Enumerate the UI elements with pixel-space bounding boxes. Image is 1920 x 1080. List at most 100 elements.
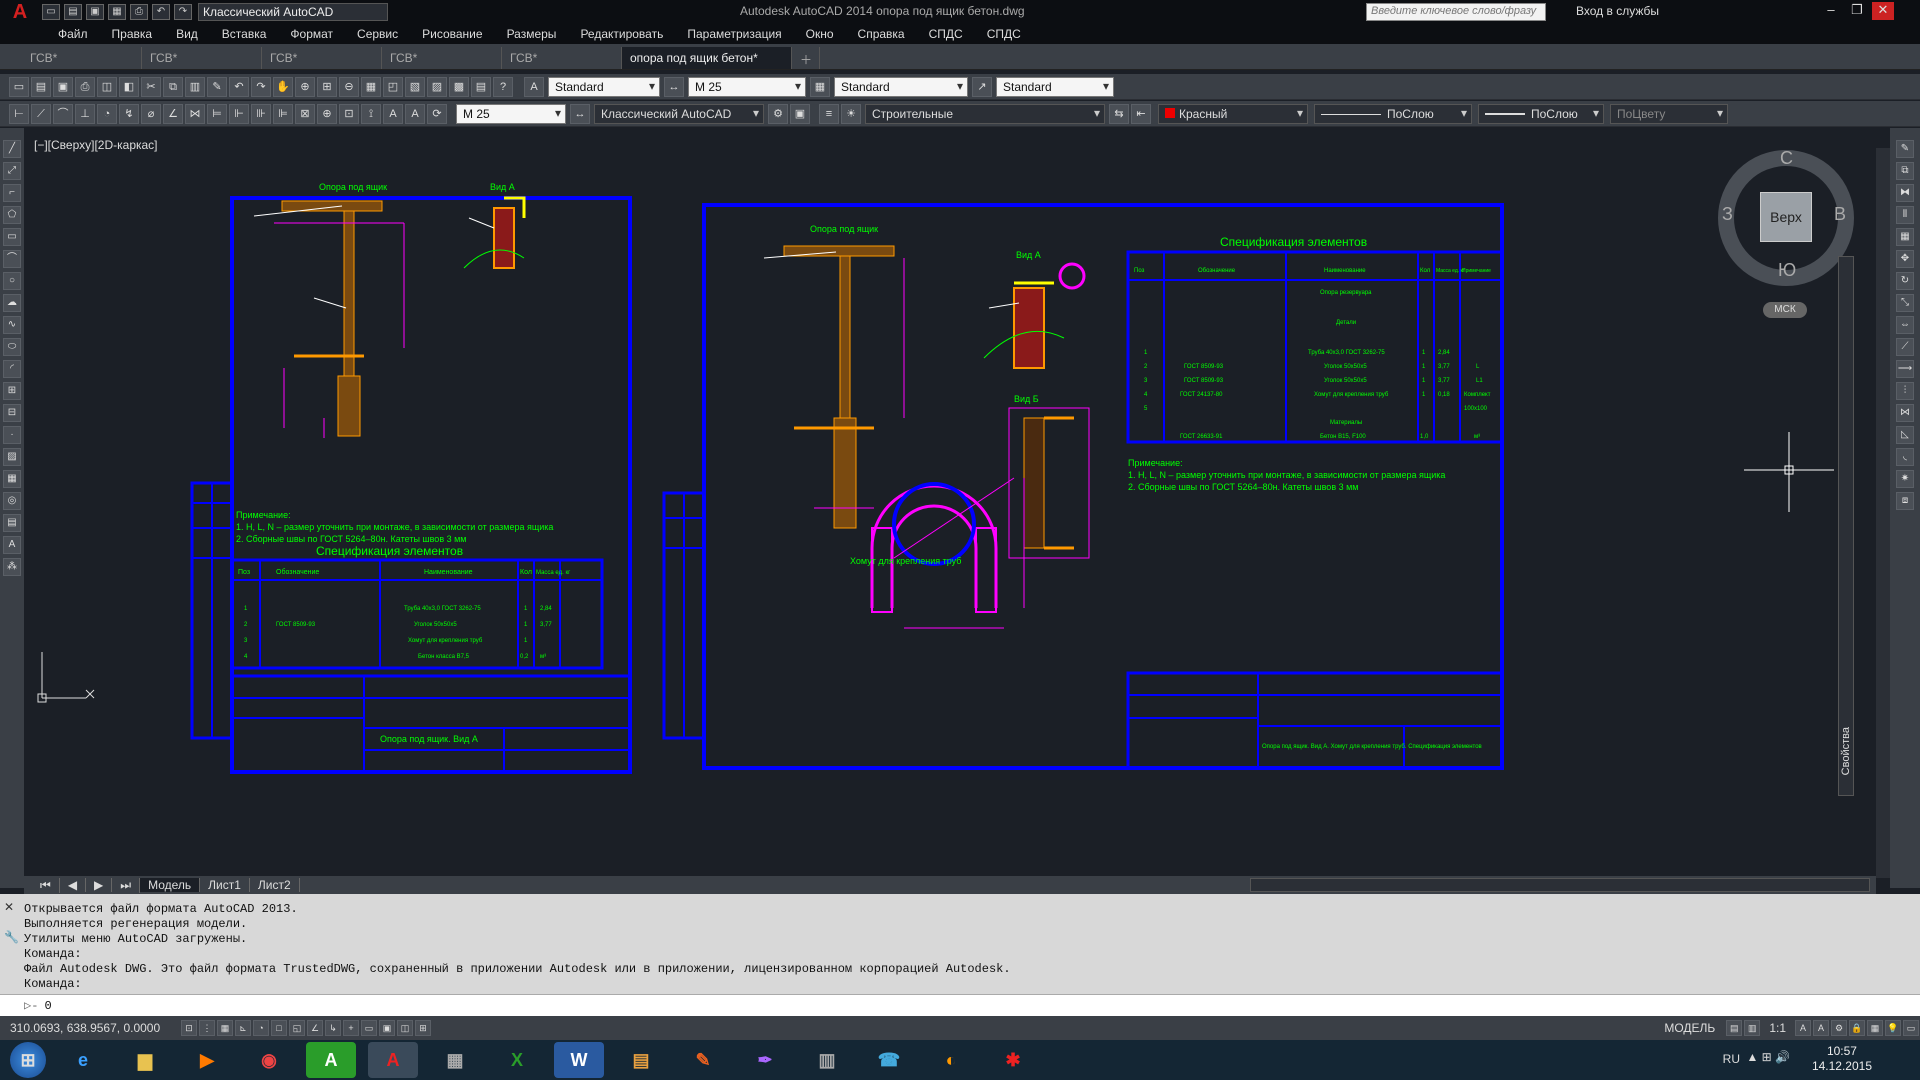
arc-length-icon[interactable]: ⌒ xyxy=(53,103,73,124)
workspace-switch-icon[interactable]: ⚙ xyxy=(1831,1020,1847,1036)
tolerance-icon[interactable]: ⊠ xyxy=(295,103,315,124)
spline-icon[interactable]: ∿ xyxy=(3,316,21,334)
ucs-menu[interactable]: МСК xyxy=(1763,302,1807,318)
restore-icon[interactable]: ❐ xyxy=(1846,2,1868,20)
copy-object-icon[interactable]: ⧉ xyxy=(1896,162,1914,180)
doc-tab[interactable]: ГСВ* xyxy=(262,47,382,69)
offset-icon[interactable]: ⫴ xyxy=(1896,206,1914,224)
linetype-select[interactable]: ПоСлою xyxy=(1314,103,1472,124)
new-file-icon[interactable]: ▭ xyxy=(42,4,60,20)
zoom-previous-icon[interactable]: ⊖ xyxy=(339,76,359,97)
calculator-task-icon[interactable]: ▦ xyxy=(430,1042,480,1078)
angular-icon[interactable]: ∠ xyxy=(163,103,183,124)
sc-icon[interactable]: ⊞ xyxy=(415,1020,431,1036)
viewcube-top[interactable]: Верх xyxy=(1760,192,1812,242)
dyn-icon[interactable]: + xyxy=(343,1020,359,1036)
line-icon[interactable]: ╱ xyxy=(3,140,21,158)
language-indicator[interactable]: RU xyxy=(1723,1052,1740,1066)
menu-dimension[interactable]: Размеры xyxy=(495,27,569,41)
app-a-icon[interactable]: A xyxy=(306,1042,356,1078)
close-cmd-icon[interactable]: ✕ xyxy=(4,900,14,914)
inspection-icon[interactable]: ⊡ xyxy=(339,103,359,124)
tab-layout2[interactable]: Лист2 xyxy=(250,878,300,892)
doc-tab[interactable]: ГСВ* xyxy=(382,47,502,69)
region-icon[interactable]: ◎ xyxy=(3,492,21,510)
archive-icon[interactable]: ▤ xyxy=(616,1042,666,1078)
doc-tab[interactable]: ГСВ* xyxy=(502,47,622,69)
lineweight-select[interactable]: ПоСлою xyxy=(1478,103,1604,124)
polar-icon[interactable]: ◔ xyxy=(253,1020,269,1036)
doc-tab[interactable]: ГСВ* xyxy=(22,47,142,69)
polygon-icon[interactable]: ⬠ xyxy=(3,206,21,224)
match-props-icon[interactable]: ✎ xyxy=(207,76,227,97)
save-icon[interactable]: ▣ xyxy=(53,76,73,97)
isolate-icon[interactable]: 💡 xyxy=(1885,1020,1901,1036)
menu-spds-2[interactable]: СПДС xyxy=(975,27,1033,41)
redo-icon[interactable]: ↷ xyxy=(251,76,271,97)
new-icon[interactable]: ▭ xyxy=(9,76,29,97)
otrack-icon[interactable]: ∠ xyxy=(307,1020,323,1036)
menu-window[interactable]: Окно xyxy=(794,27,846,41)
make-current-icon[interactable]: ⇆ xyxy=(1109,103,1129,124)
tool-palettes-icon[interactable]: ▧ xyxy=(405,76,425,97)
center-mark-icon[interactable]: ⊕ xyxy=(317,103,337,124)
nav-first-icon[interactable]: ⏮ xyxy=(32,877,60,893)
layer-previous-icon[interactable]: ⇤ xyxy=(1131,103,1151,124)
tray-icons[interactable]: ▲ ⊞ 🔊 xyxy=(1746,1050,1790,1064)
drawing-svg[interactable]: Опора под ящик Вид А Примечание: 1. Н, L… xyxy=(24,128,1876,876)
circle-icon[interactable]: ○ xyxy=(3,272,21,290)
ellipse-arc-icon[interactable]: ◜ xyxy=(3,360,21,378)
baseline-icon[interactable]: ⊨ xyxy=(207,103,227,124)
mleader-style-icon[interactable]: ↗ xyxy=(972,76,992,97)
auto-scale-icon[interactable]: A xyxy=(1813,1020,1829,1036)
dim-break-icon[interactable]: ⊫ xyxy=(273,103,293,124)
point-icon[interactable]: · xyxy=(3,426,21,444)
quick-view-drawings-icon[interactable]: ▥ xyxy=(1744,1020,1761,1036)
move-icon[interactable]: ✥ xyxy=(1896,250,1914,268)
radius-icon[interactable]: ◔ xyxy=(97,103,117,124)
jogged-linear-icon[interactable]: ⟟ xyxy=(361,103,381,124)
zoom-realtime-icon[interactable]: ⊕ xyxy=(295,76,315,97)
gradient-icon[interactable]: ▦ xyxy=(3,470,21,488)
pen-icon[interactable]: ✒ xyxy=(740,1042,790,1078)
paste-icon[interactable]: ▥ xyxy=(185,76,205,97)
extend-icon[interactable]: ⟶ xyxy=(1896,360,1914,378)
doc-tab[interactable]: ГСВ* xyxy=(142,47,262,69)
continue-icon[interactable]: ⊩ xyxy=(229,103,249,124)
fillet-icon[interactable]: ◟ xyxy=(1896,448,1914,466)
horizontal-scrollbar[interactable] xyxy=(1250,878,1870,892)
excel-icon[interactable]: X xyxy=(492,1042,542,1078)
mtext-icon[interactable]: A xyxy=(3,536,21,554)
linear-dim-icon[interactable]: ⊢ xyxy=(9,103,29,124)
help-icon[interactable]: ? xyxy=(493,76,513,97)
properties-palette[interactable]: Свойства xyxy=(1838,256,1854,796)
close-icon[interactable]: ✕ xyxy=(1872,2,1894,20)
aligned-dim-icon[interactable]: ⟋ xyxy=(31,103,51,124)
viewcube-south[interactable]: Ю xyxy=(1778,260,1796,281)
command-input[interactable]: ▷- 0 xyxy=(0,994,1920,1016)
plot-icon[interactable]: ⎙ xyxy=(75,76,95,97)
book-icon[interactable]: ▥ xyxy=(802,1042,852,1078)
insert-block-icon[interactable]: ⊞ xyxy=(3,382,21,400)
menu-view[interactable]: Вид xyxy=(164,27,210,41)
tab-model[interactable]: Модель xyxy=(140,878,201,892)
dim-style-select[interactable]: M 25 xyxy=(688,76,806,97)
rectangle-icon[interactable]: ▭ xyxy=(3,228,21,246)
audio-icon[interactable]: ◐ xyxy=(926,1042,976,1078)
menu-parametric[interactable]: Параметризация xyxy=(675,27,793,41)
construction-line-icon[interactable]: ⤢ xyxy=(3,162,21,180)
mleader-style-select[interactable]: Standard xyxy=(996,76,1114,97)
annotation-scale[interactable]: 1:1 xyxy=(1769,1021,1786,1035)
3dosnap-icon[interactable]: ◱ xyxy=(289,1020,305,1036)
viewcube-west[interactable]: З xyxy=(1722,204,1733,225)
nav-last-icon[interactable]: ⏭ xyxy=(112,877,141,893)
start-button-icon[interactable]: ⊞ xyxy=(10,1042,46,1078)
nav-next-icon[interactable]: ▶ xyxy=(86,878,113,892)
pan-icon[interactable]: ✋ xyxy=(273,76,293,97)
ordinate-icon[interactable]: ⊥ xyxy=(75,103,95,124)
menu-spds-1[interactable]: СПДС xyxy=(917,27,975,41)
polyline-icon[interactable]: ⌐ xyxy=(3,184,21,202)
diameter-icon[interactable]: ⌀ xyxy=(141,103,161,124)
ortho-icon[interactable]: ⊾ xyxy=(235,1020,251,1036)
array-icon[interactable]: ▦ xyxy=(1896,228,1914,246)
